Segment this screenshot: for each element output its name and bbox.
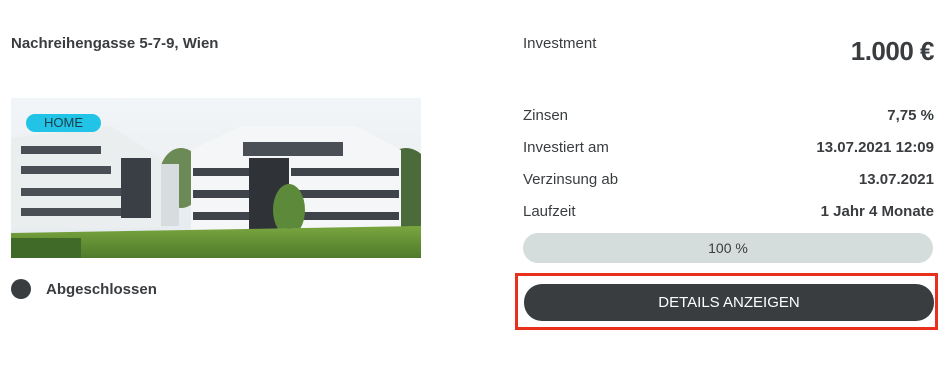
progress-bar: 100 %	[523, 233, 933, 263]
investment-amount: 1.000 €	[850, 36, 935, 66]
interest-value: 7,75 %	[887, 107, 934, 124]
project-image[interactable]: HOME	[11, 98, 421, 258]
progress-text: 100 %	[708, 240, 748, 256]
home-badge: HOME	[26, 114, 101, 132]
term-label: Laufzeit	[523, 203, 576, 220]
investment-label: Investment	[523, 35, 597, 52]
interest-start-label: Verzinsung ab	[523, 171, 619, 188]
invested-date-label: Investiert am	[523, 139, 609, 156]
status-label: Abgeschlossen	[46, 281, 157, 298]
project-address: Nachreihengasse 5-7-9, Wien	[11, 35, 219, 52]
details-button[interactable]: DETAILS ANZEIGEN	[524, 284, 934, 321]
term-value: 1 Jahr 4 Monate	[820, 203, 934, 220]
invested-date-value: 13.07.2021 12:09	[816, 139, 934, 156]
interest-start-value: 13.07.2021	[858, 171, 934, 188]
status-indicator-icon	[11, 279, 31, 299]
interest-label: Zinsen	[523, 107, 569, 124]
